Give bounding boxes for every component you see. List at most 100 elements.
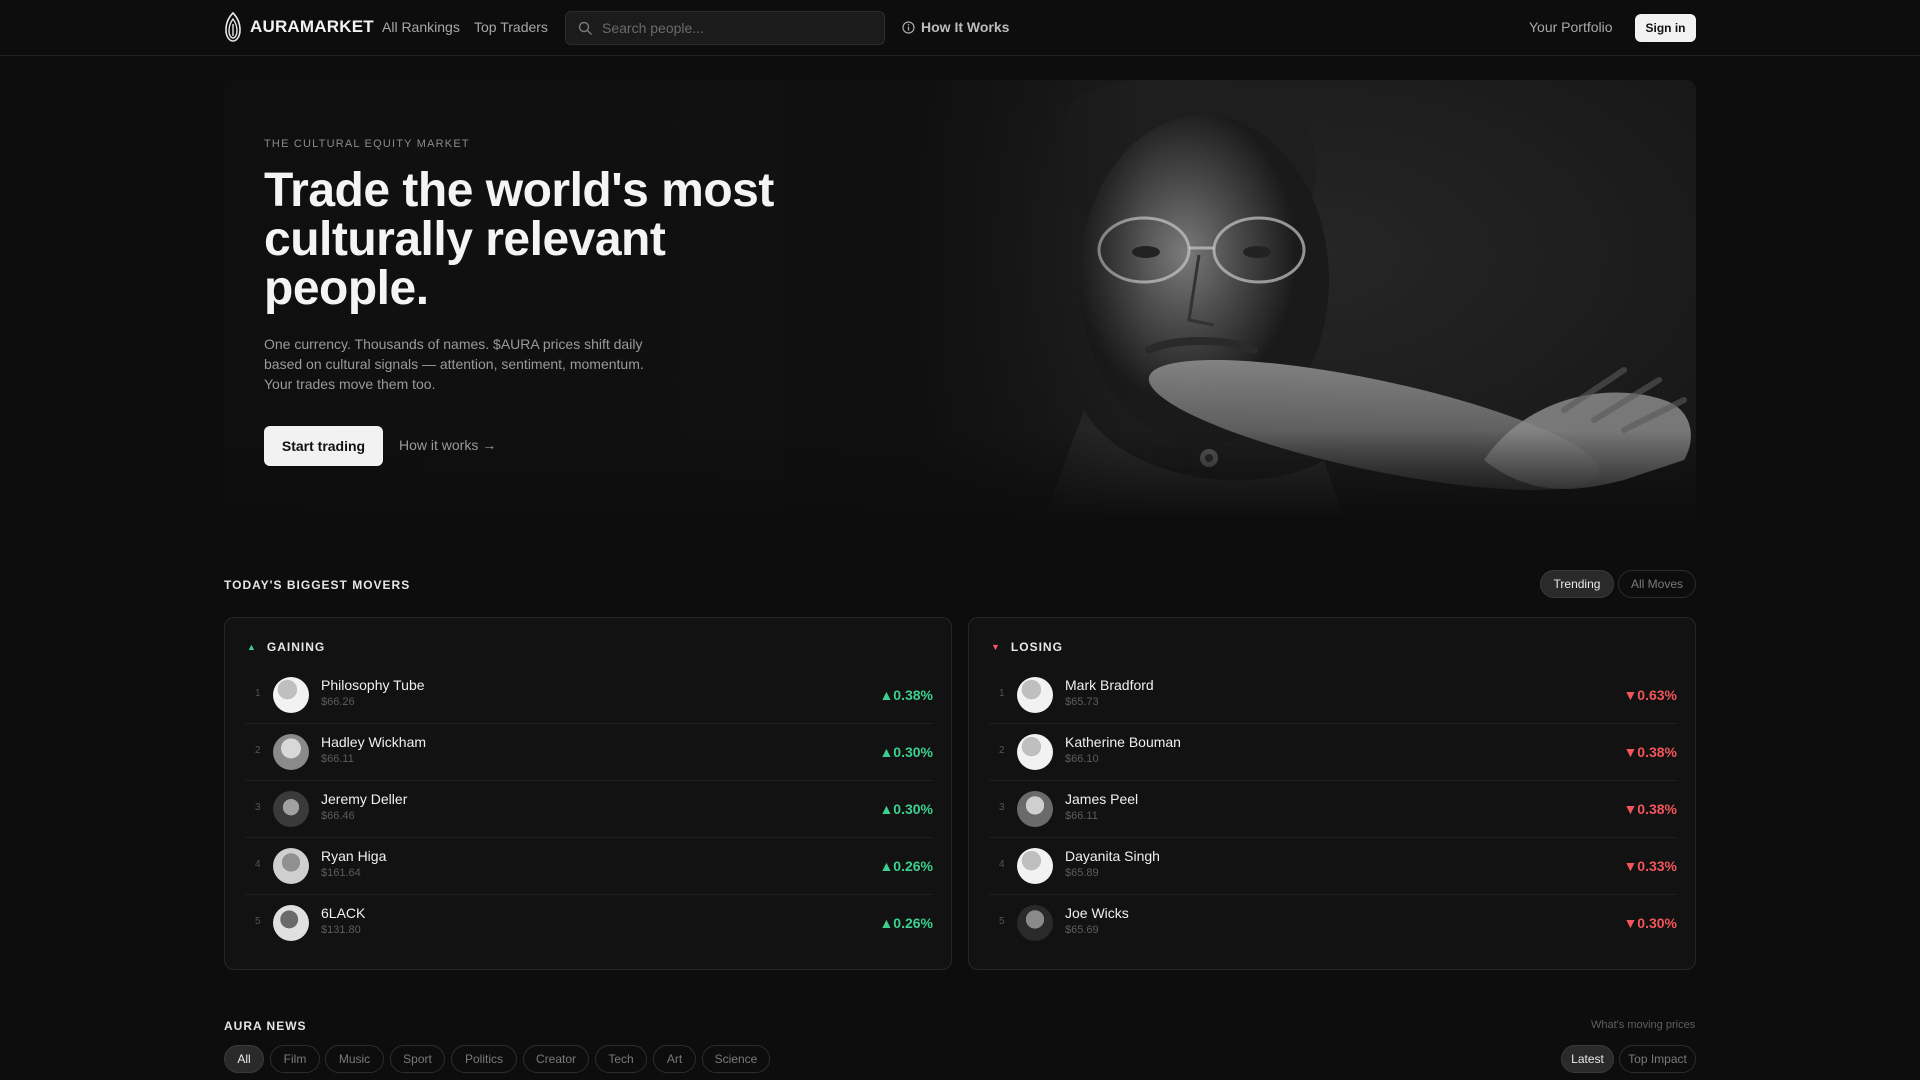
avatar — [1017, 734, 1053, 770]
person-price: $65.89 — [1065, 867, 1099, 879]
movers-section-title: TODAY'S BIGGEST MOVERS — [224, 578, 411, 592]
nav-all-rankings[interactable]: All Rankings — [382, 19, 460, 35]
person-name: Katherine Bouman — [1065, 734, 1181, 750]
rank-number: 5 — [999, 916, 1005, 927]
hero-subtext: One currency. Thousands of names. $AURA … — [264, 336, 644, 392]
news-filter-politics[interactable]: Politics — [451, 1045, 517, 1073]
person-price: $161.64 — [321, 867, 361, 879]
info-icon — [902, 20, 915, 34]
nav-top-traders[interactable]: Top Traders — [474, 19, 548, 35]
aura-logo-icon — [225, 12, 241, 42]
rank-number: 5 — [255, 916, 261, 927]
person-name: Jeremy Deller — [321, 791, 408, 807]
losing-row[interactable]: 2 Katherine Bouman $66.10 ▼0.38% — [989, 724, 1677, 781]
person-name: 6LACK — [321, 905, 366, 921]
rank-number: 2 — [999, 745, 1005, 756]
losing-row[interactable]: 3 James Peel $66.11 ▼0.38% — [989, 781, 1677, 838]
rank-number: 4 — [999, 859, 1005, 870]
avatar — [273, 791, 309, 827]
avatar — [273, 848, 309, 884]
your-portfolio-link[interactable]: Your Portfolio — [1529, 19, 1613, 35]
brand-name: AURAMARKET — [250, 17, 374, 36]
how-it-works-label: How It Works — [921, 19, 1010, 35]
person-name: James Peel — [1065, 791, 1139, 807]
hero-banner: THE CULTURAL EQUITY MARKET Trade the wor… — [224, 80, 1696, 520]
news-filter-music[interactable]: Music — [325, 1045, 384, 1073]
avatar — [273, 677, 309, 713]
news-filter-film[interactable]: Film — [270, 1045, 320, 1073]
avatar — [1017, 848, 1053, 884]
news-filter-art[interactable]: Art — [653, 1045, 696, 1073]
person-name: Mark Bradford — [1065, 677, 1154, 693]
price-change: ▲0.38% — [879, 687, 933, 703]
news-subtitle: What's moving prices — [1591, 1019, 1696, 1031]
person-price: $66.11 — [321, 753, 354, 765]
news-filter-sport[interactable]: Sport — [390, 1045, 445, 1073]
price-change: ▼0.30% — [1623, 915, 1677, 931]
person-price: $66.10 — [1065, 753, 1099, 765]
rank-number: 1 — [999, 688, 1005, 699]
how-it-works-cta[interactable]: How it works → — [399, 437, 496, 453]
price-change: ▲0.26% — [879, 858, 933, 874]
down-triangle-icon: ▼ — [991, 642, 1001, 652]
person-name: Joe Wicks — [1065, 905, 1129, 921]
gaining-card: ▲ GAINING 1 Philosophy Tube $66.26 ▲0.38… — [224, 617, 952, 970]
gaining-row[interactable]: 1 Philosophy Tube $66.26 ▲0.38% — [245, 667, 933, 724]
gaining-row[interactable]: 4 Ryan Higa $161.64 ▲0.26% — [245, 838, 933, 895]
brand-logo[interactable]: AURAMARKET — [224, 12, 374, 42]
person-name: Ryan Higa — [321, 848, 387, 864]
losing-header: ▼ LOSING — [991, 640, 1063, 654]
how-it-works-link[interactable]: How It Works — [902, 19, 1009, 35]
news-filter-science[interactable]: Science — [702, 1045, 770, 1073]
up-triangle-icon: ▲ — [247, 642, 257, 652]
person-price: $131.80 — [321, 924, 361, 936]
rank-number: 1 — [255, 688, 261, 699]
avatar — [1017, 791, 1053, 827]
person-price: $65.69 — [1065, 924, 1099, 936]
person-price: $66.46 — [321, 810, 355, 822]
search-box[interactable] — [565, 11, 885, 45]
losing-row[interactable]: 4 Dayanita Singh $65.89 ▼0.33% — [989, 838, 1677, 895]
losing-card: ▼ LOSING 1 Mark Bradford $65.73 ▼0.63% 2… — [968, 617, 1696, 970]
gaining-row[interactable]: 2 Hadley Wickham $66.11 ▲0.30% — [245, 724, 933, 781]
avatar — [273, 905, 309, 941]
avatar — [273, 734, 309, 770]
hero-headline: Trade the world's most culturally releva… — [264, 164, 774, 315]
price-change: ▼0.38% — [1623, 744, 1677, 760]
news-filter-all[interactable]: All — [224, 1045, 264, 1073]
sign-in-button[interactable]: Sign in — [1635, 14, 1696, 42]
toggle-trending[interactable]: Trending — [1540, 570, 1614, 598]
gaining-row[interactable]: 5 6LACK $131.80 ▲0.26% — [245, 895, 933, 952]
losing-label: LOSING — [1010, 640, 1063, 654]
person-name: Dayanita Singh — [1065, 848, 1160, 864]
rank-number: 3 — [999, 802, 1005, 813]
price-change: ▼0.38% — [1623, 801, 1677, 817]
news-section-title: AURA NEWS — [224, 1019, 307, 1033]
price-change: ▲0.26% — [879, 915, 933, 931]
person-price: $66.26 — [321, 696, 355, 708]
search-input[interactable] — [602, 20, 862, 36]
news-sort-top-impact[interactable]: Top Impact — [1619, 1045, 1696, 1073]
gaining-label: GAINING — [266, 640, 326, 654]
search-icon — [578, 21, 592, 35]
losing-row[interactable]: 5 Joe Wicks $65.69 ▼0.30% — [989, 895, 1677, 952]
start-trading-button[interactable]: Start trading — [264, 426, 383, 466]
gaining-row[interactable]: 3 Jeremy Deller $66.46 ▲0.30% — [245, 781, 933, 838]
person-price: $66.11 — [1065, 810, 1098, 822]
toggle-all-moves[interactable]: All Moves — [1618, 570, 1696, 598]
news-filter-tech[interactable]: Tech — [595, 1045, 647, 1073]
rank-number: 4 — [255, 859, 261, 870]
losing-row[interactable]: 1 Mark Bradford $65.73 ▼0.63% — [989, 667, 1677, 724]
person-name: Hadley Wickham — [321, 734, 427, 750]
avatar — [1017, 905, 1053, 941]
price-change: ▼0.33% — [1623, 858, 1677, 874]
news-sort-latest[interactable]: Latest — [1561, 1045, 1614, 1073]
person-price: $65.73 — [1065, 696, 1099, 708]
price-change: ▲0.30% — [879, 801, 933, 817]
price-change: ▲0.30% — [879, 744, 933, 760]
rank-number: 2 — [255, 745, 261, 756]
avatar — [1017, 677, 1053, 713]
gaining-header: ▲ GAINING — [247, 640, 325, 654]
price-change: ▼0.63% — [1623, 687, 1677, 703]
news-filter-creator[interactable]: Creator — [523, 1045, 589, 1073]
